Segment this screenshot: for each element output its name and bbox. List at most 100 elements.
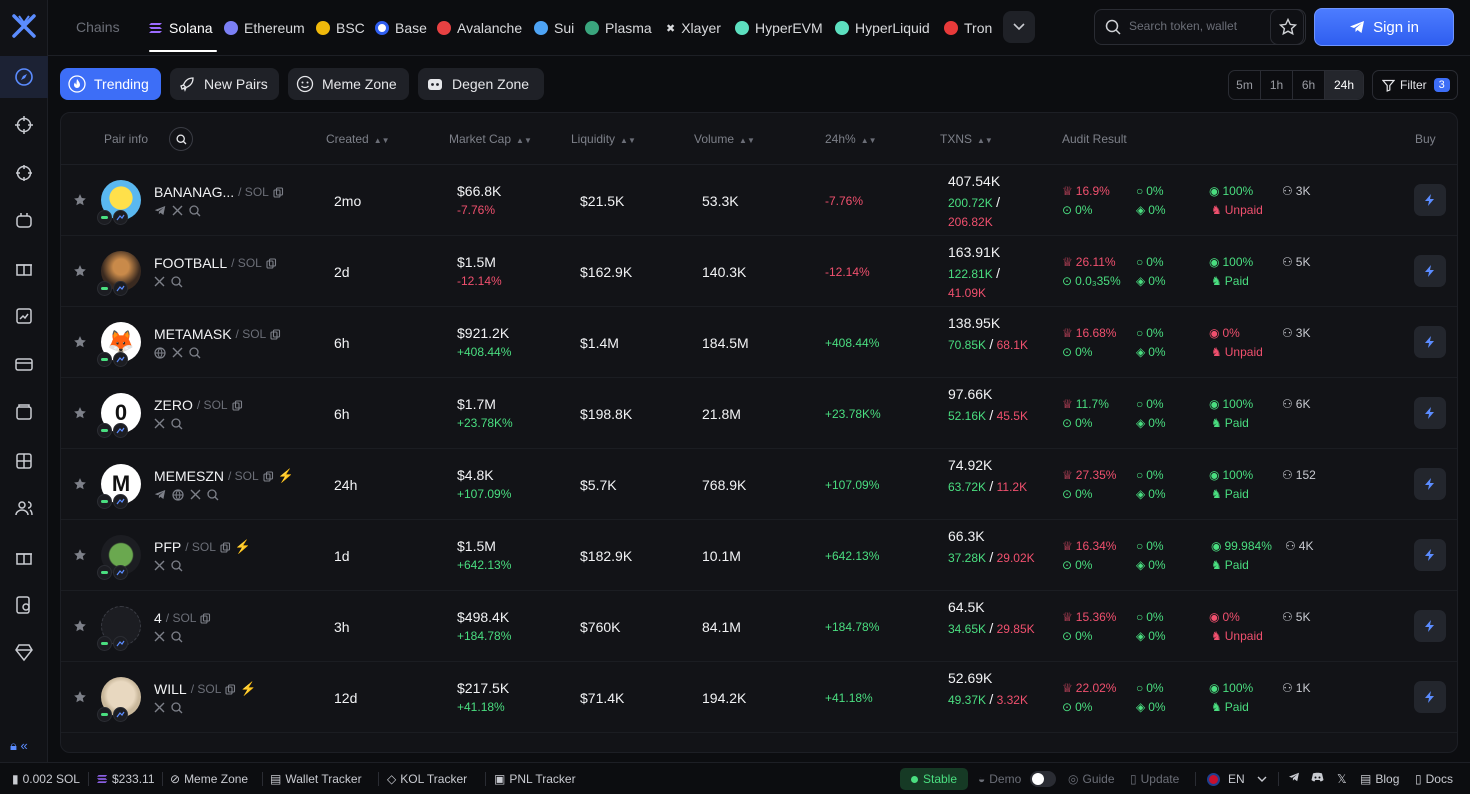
x-icon[interactable] bbox=[172, 347, 183, 359]
sol-balance[interactable]: ▮ 0.002 SOL bbox=[12, 772, 80, 786]
favorite-star-icon[interactable] bbox=[73, 406, 87, 420]
timeframe-1h[interactable]: 1h bbox=[1261, 71, 1293, 99]
x-icon[interactable] bbox=[154, 418, 165, 430]
token-name[interactable]: ZERO / SOL bbox=[154, 397, 243, 413]
sidebar-collapse-icon[interactable]: 🔒︎ « bbox=[10, 738, 28, 754]
language-selector[interactable]: EN bbox=[1207, 772, 1267, 786]
discord-link[interactable] bbox=[1311, 772, 1324, 782]
table-row[interactable]: FOOTBALL / SOL 2d $1.5M -12.14% $162.9K 140.3K… bbox=[61, 236, 1457, 307]
globe-icon[interactable] bbox=[172, 489, 184, 501]
sidebar-gift-icon[interactable] bbox=[12, 256, 36, 280]
copy-icon[interactable] bbox=[220, 541, 231, 553]
copy-icon[interactable] bbox=[270, 328, 281, 340]
quick-buy-button[interactable] bbox=[1414, 468, 1446, 500]
favorite-star-icon[interactable] bbox=[73, 193, 87, 207]
sidebar-card-icon[interactable] bbox=[12, 352, 36, 376]
token-name[interactable]: FOOTBALL / SOL bbox=[154, 255, 277, 271]
search-icon[interactable] bbox=[171, 418, 183, 430]
demo-toggle[interactable] bbox=[1030, 771, 1056, 787]
telegram-icon[interactable] bbox=[154, 205, 166, 217]
table-row[interactable]: 0 ZERO / SOL 6h $1.7M +23.78K% $198.8K 21.8M +23… bbox=[61, 378, 1457, 449]
table-row[interactable]: 4/ SOL 3h $498.4K +184.78% $760K 84.1M +184.78… bbox=[61, 591, 1457, 662]
chain-tab-sui[interactable]: Sui bbox=[534, 18, 574, 38]
sidebar-bot-icon[interactable] bbox=[12, 208, 36, 232]
zone-tab-new-pairs[interactable]: New Pairs bbox=[170, 68, 279, 100]
copy-icon[interactable] bbox=[263, 470, 274, 482]
favorite-star-icon[interactable] bbox=[73, 264, 87, 278]
timeframe-5m[interactable]: 5m bbox=[1229, 71, 1261, 99]
zone-tab-degen-zone[interactable]: Degen Zone bbox=[418, 68, 544, 100]
token-name[interactable]: 4/ SOL bbox=[154, 610, 211, 626]
timeframe-6h[interactable]: 6h bbox=[1293, 71, 1325, 99]
x-icon[interactable] bbox=[154, 631, 165, 643]
chain-tab-plasma[interactable]: Plasma bbox=[585, 18, 652, 38]
x-icon[interactable] bbox=[190, 489, 201, 501]
chain-tab-hyperliquid[interactable]: HyperLiquid bbox=[835, 18, 930, 38]
search-icon[interactable] bbox=[189, 205, 201, 217]
copy-icon[interactable] bbox=[273, 186, 284, 198]
app-logo[interactable] bbox=[10, 12, 38, 40]
quick-buy-button[interactable] bbox=[1414, 326, 1446, 358]
more-chains-button[interactable] bbox=[1003, 11, 1035, 43]
timeframe-24h[interactable]: 24h bbox=[1325, 71, 1363, 99]
quick-buy-button[interactable] bbox=[1414, 255, 1446, 287]
quick-buy-button[interactable] bbox=[1414, 681, 1446, 713]
favorite-star-icon[interactable] bbox=[73, 477, 87, 491]
sidebar-chart-icon[interactable] bbox=[12, 304, 36, 328]
sidebar-rewards-icon[interactable] bbox=[12, 545, 36, 569]
token-name[interactable]: PFP / SOL ⚡ bbox=[154, 539, 251, 555]
quick-buy-button[interactable] bbox=[1414, 397, 1446, 429]
filter-button[interactable]: Filter 3 bbox=[1372, 70, 1458, 100]
table-row[interactable]: BANANAG... / SOL 2mo $66.8K -7.76% $21.5K 53.3… bbox=[61, 165, 1457, 236]
copy-icon[interactable] bbox=[225, 683, 236, 695]
table-row[interactable]: M MEMESZN / SOL ⚡ 24h $4.8K +107.09% $5.7K 768.9… bbox=[61, 449, 1457, 520]
footer-blog-link[interactable]: ▤ Blog bbox=[1360, 772, 1399, 786]
chain-tab-base[interactable]: Base bbox=[375, 18, 427, 38]
footer-meme-zone-link[interactable]: ⊘ Meme Zone bbox=[170, 772, 248, 786]
chain-tab-solana[interactable]: Solana bbox=[149, 18, 213, 38]
sidebar-explore-icon[interactable] bbox=[0, 56, 48, 98]
header-txns[interactable]: TXNS ▲▼ bbox=[940, 132, 993, 146]
footer-guide-link[interactable]: ◎ Guide bbox=[1068, 772, 1115, 786]
sidebar-grid-icon[interactable] bbox=[12, 449, 36, 473]
favorite-star-icon[interactable] bbox=[73, 619, 87, 633]
chain-tab-xlayer[interactable]: ✖ Xlayer bbox=[666, 18, 721, 38]
header-market-cap[interactable]: Market Cap ▲▼ bbox=[449, 132, 532, 146]
zone-tab-trending[interactable]: Trending bbox=[60, 68, 161, 100]
footer-kol-tracker-link[interactable]: ◇ KOL Tracker bbox=[387, 772, 467, 786]
copy-icon[interactable] bbox=[200, 612, 211, 624]
token-name[interactable]: BANANAG... / SOL bbox=[154, 184, 284, 200]
favorite-star-icon[interactable] bbox=[73, 335, 87, 349]
chain-tab-bsc[interactable]: BSC bbox=[316, 18, 365, 38]
chain-tab-tron[interactable]: Tron bbox=[944, 18, 992, 38]
sidebar-users-icon[interactable] bbox=[12, 496, 36, 520]
quick-buy-button[interactable] bbox=[1414, 184, 1446, 216]
sidebar-crosshair-icon[interactable] bbox=[12, 113, 36, 137]
footer-docs-link[interactable]: ▯ Docs bbox=[1415, 772, 1453, 786]
quick-buy-button[interactable] bbox=[1414, 539, 1446, 571]
token-name[interactable]: METAMASK / SOL bbox=[154, 326, 281, 342]
header-created[interactable]: Created ▲▼ bbox=[326, 132, 390, 146]
telegram-link[interactable] bbox=[1288, 772, 1300, 782]
chain-tab-ethereum[interactable]: Ethereum bbox=[224, 18, 305, 38]
search-icon[interactable] bbox=[207, 489, 219, 501]
x-icon[interactable] bbox=[172, 205, 183, 217]
table-row[interactable]: WILL / SOL ⚡ 12d $217.5K +41.18% $71.4K 194.2K +… bbox=[61, 662, 1457, 733]
header-liquidity[interactable]: Liquidity ▲▼ bbox=[571, 132, 636, 146]
search-icon[interactable] bbox=[171, 631, 183, 643]
sidebar-target-icon[interactable] bbox=[12, 161, 36, 185]
copy-icon[interactable] bbox=[266, 257, 277, 269]
search-icon[interactable] bbox=[171, 560, 183, 572]
sidebar-search-doc-icon[interactable] bbox=[12, 593, 36, 617]
x-link[interactable]: 𝕏 bbox=[1337, 772, 1347, 786]
table-row[interactable]: 🦊 METAMASK / SOL 6h $921.2K +408.44% $1.4M 184.… bbox=[61, 307, 1457, 378]
header-change[interactable]: 24h% ▲▼ bbox=[825, 132, 877, 146]
telegram-icon[interactable] bbox=[154, 489, 166, 501]
chain-tab-avalanche[interactable]: Avalanche bbox=[437, 18, 522, 38]
x-icon[interactable] bbox=[154, 702, 165, 714]
sidebar-diamond-icon[interactable] bbox=[12, 640, 36, 664]
favorite-star-icon[interactable] bbox=[73, 690, 87, 704]
token-name[interactable]: MEMESZN / SOL ⚡ bbox=[154, 468, 294, 484]
table-row[interactable]: PFP / SOL ⚡ 1d $1.5M +642.13% $182.9K 10.1M +642… bbox=[61, 520, 1457, 591]
search-icon[interactable] bbox=[171, 276, 183, 288]
